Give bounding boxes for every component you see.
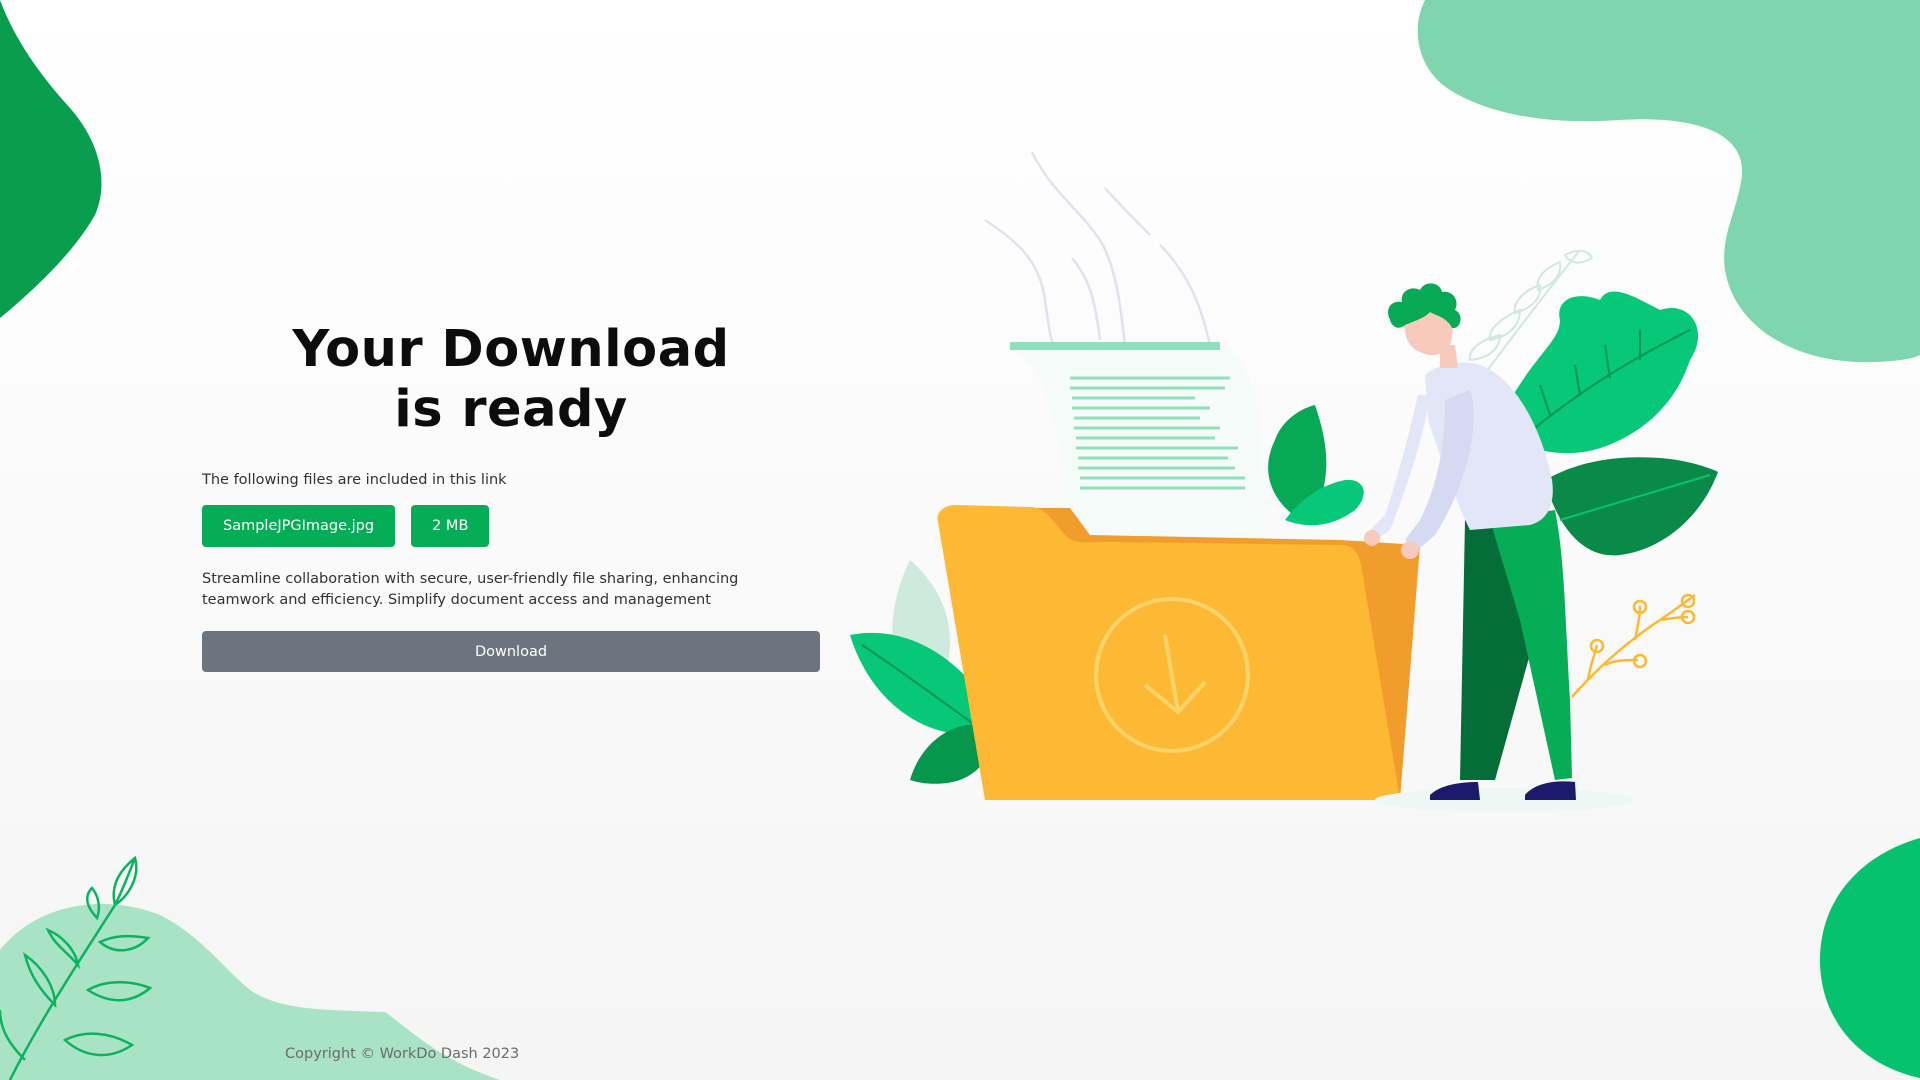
page-title-line2: is ready (394, 380, 628, 439)
file-size-badge: 2 MB (411, 505, 490, 547)
description-text: Streamline collaboration with secure, us… (202, 571, 739, 608)
bottom-right-blob (1820, 838, 1920, 1078)
download-button[interactable]: Download (202, 631, 820, 672)
file-info-badges: SampleJPGImage.jpg 2 MB (202, 505, 820, 547)
download-panel: Your Download is ready The following fil… (202, 320, 820, 672)
top-left-blob (0, 0, 102, 318)
file-name-badge: SampleJPGImage.jpg (202, 505, 396, 547)
files-intro-text: The following files are included in this… (202, 472, 507, 488)
copyright-text: Copyright © WorkDo Dash 2023 (285, 1046, 520, 1062)
top-right-blob (1417, 0, 1920, 363)
folder-download-illustration (850, 151, 1718, 812)
page-title: Your Download is ready (202, 320, 820, 440)
page-title-line1: Your Download (292, 320, 730, 379)
download-page: Your Download is ready The following fil… (0, 0, 1920, 1080)
